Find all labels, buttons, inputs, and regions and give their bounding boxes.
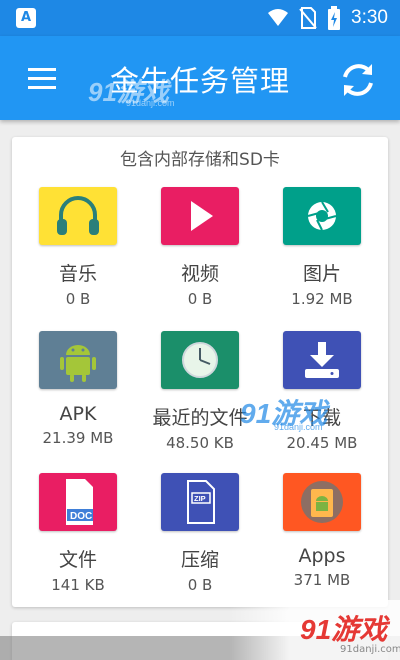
tile-size: 0 B: [65, 290, 91, 308]
watermark-logo: 91游戏 91danji.com: [240, 392, 327, 432]
tile-size: 21.39 MB: [42, 429, 114, 447]
apps-icon: [283, 473, 361, 531]
tile-label: 视频: [180, 263, 219, 285]
camera-aperture-icon: [283, 187, 361, 245]
notification-app-icon: A: [16, 8, 36, 28]
svg-text:DOC: DOC: [70, 511, 92, 522]
watermark-corner: 91游戏 91danji.com: [230, 600, 400, 660]
doc-file-icon: DOC: [39, 473, 117, 531]
tile-size: 1.92 MB: [291, 290, 353, 308]
card-title: 包含内部存储和SD卡: [120, 150, 280, 170]
category-tile-archives[interactable]: ZIP 压缩 0 B: [140, 473, 260, 594]
headphones-icon: [39, 187, 117, 245]
watermark-url: 91danji.com: [126, 98, 175, 108]
category-tile-music[interactable]: 音乐 0 B: [18, 187, 138, 308]
watermark-text: 91游戏: [300, 614, 388, 645]
tile-size: 0 B: [187, 290, 213, 308]
download-icon: [283, 331, 361, 389]
tile-label: 音乐: [58, 263, 97, 285]
storage-card: 包含内部存储和SD卡 音乐 0 B 视频 0 B 图片 1.92 MB APK …: [12, 137, 388, 607]
tile-label: 压缩: [180, 549, 219, 571]
status-bar: A 3:30: [0, 0, 400, 36]
tile-label: 文件: [58, 549, 97, 571]
refresh-button[interactable]: [336, 58, 380, 102]
watermark-logo: 91游戏 91danji.com: [88, 72, 175, 109]
category-tile-apps[interactable]: Apps 371 MB: [262, 473, 382, 589]
zip-file-icon: ZIP: [161, 473, 239, 531]
clock-time: 3:30: [351, 7, 388, 28]
watermark-url: 91danji.com: [340, 644, 400, 655]
app-bar: 金牛任务管理: [0, 36, 400, 120]
refresh-icon: [343, 64, 373, 96]
watermark-url: 91danji.com: [274, 422, 323, 432]
tile-size: 141 KB: [51, 576, 105, 594]
tile-size: 371 MB: [293, 571, 351, 589]
category-tile-images[interactable]: 图片 1.92 MB: [262, 187, 382, 308]
play-icon: [161, 187, 239, 245]
android-icon: [39, 331, 117, 389]
category-tile-documents[interactable]: DOC 文件 141 KB: [18, 473, 138, 594]
wifi-icon: [268, 9, 289, 26]
svg-text:ZIP: ZIP: [194, 494, 206, 503]
category-tile-video[interactable]: 视频 0 B: [140, 187, 260, 308]
no-sim-icon: [299, 7, 317, 29]
category-tile-apk[interactable]: APK 21.39 MB: [18, 331, 138, 447]
battery-charging-icon: [328, 6, 341, 30]
tile-label: APK: [59, 403, 97, 425]
tile-size: 0 B: [187, 576, 213, 594]
tile-label: 图片: [302, 263, 341, 285]
tile-label: Apps: [298, 545, 346, 567]
status-icons: 3:30: [267, 6, 388, 30]
tile-size: 48.50 KB: [166, 434, 234, 452]
clock-icon: [161, 331, 239, 389]
tile-size: 20.45 MB: [286, 434, 358, 452]
